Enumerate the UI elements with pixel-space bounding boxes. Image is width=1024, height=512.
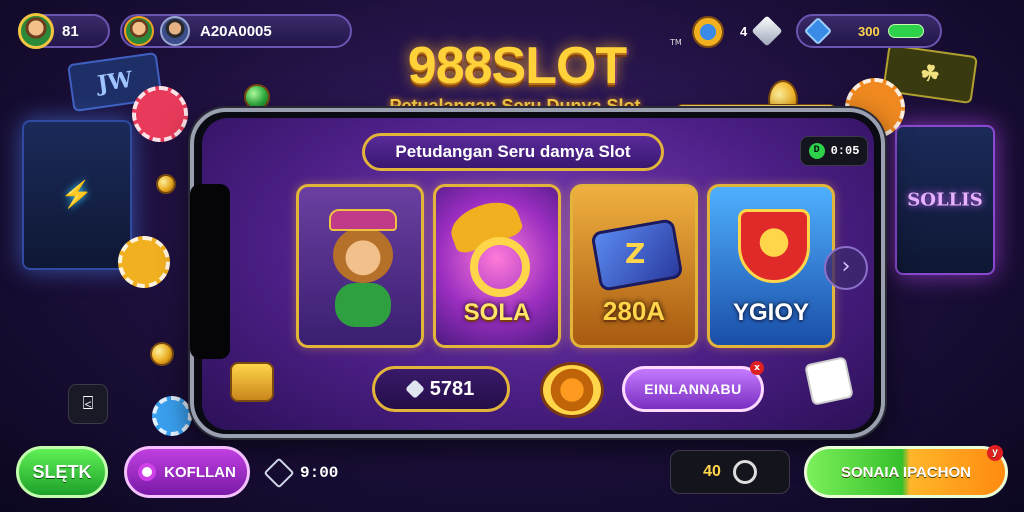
player-level: 81 — [62, 22, 79, 40]
friend-avatar[interactable] — [124, 16, 154, 46]
cat-body-icon — [335, 283, 391, 327]
left-action-button[interactable]: SLĘTK — [16, 446, 108, 498]
game-card-label: SOLA — [463, 299, 531, 326]
cabinet-glyph: SOLLIS — [907, 189, 983, 211]
purple-action-label: KOFLLAN — [164, 463, 236, 481]
cat-head-icon — [333, 227, 393, 283]
footer-counter[interactable]: 40 — [670, 450, 790, 494]
ring-icon — [732, 460, 757, 484]
gold-coin-icon — [150, 342, 174, 366]
diamond-outline-icon — [263, 457, 295, 489]
screen-banner-text: Petudangan Seru damya Slot — [395, 142, 631, 161]
background-slot-cabinet-left: ⚡ — [22, 120, 132, 270]
lightning-icon: Z — [625, 237, 646, 270]
footer-timer: 9:00 — [263, 457, 339, 489]
diamond-icon[interactable] — [751, 15, 783, 47]
notification-badge: x — [750, 361, 764, 375]
game-card-3[interactable]: Z 280A — [570, 184, 698, 348]
screen-cta-button[interactable]: EINLANNABU — [622, 366, 764, 412]
timer-value: 9:00 — [300, 464, 339, 482]
top-right-count: 4 — [740, 24, 748, 39]
cabinet-glyph: ⚡ — [60, 180, 94, 210]
phone-notch — [190, 184, 230, 359]
trademark-mark: TM — [670, 38, 682, 47]
online-status-text: 0:05 — [830, 144, 860, 158]
game-card-4[interactable]: YGIOY — [707, 184, 835, 348]
balance-bar — [887, 24, 924, 38]
shield-icon[interactable] — [692, 16, 724, 48]
player-avatar[interactable] — [18, 13, 54, 49]
player-level-pill[interactable]: 81 — [18, 13, 110, 49]
back-icon[interactable]: ⍃ — [68, 384, 108, 424]
gem-value: 5781 — [429, 377, 475, 400]
game-art-cat-character — [299, 187, 421, 345]
gold-coin-icon — [156, 174, 176, 194]
counter-value: 40 — [703, 463, 721, 480]
player-profile-pill[interactable]: A20A0005 — [120, 14, 352, 48]
game-card-2[interactable]: SOLA — [433, 184, 561, 348]
casino-chip-icon — [152, 396, 192, 436]
blue-gem-icon — [803, 16, 833, 46]
casino-chip-icon — [118, 236, 170, 288]
purple-action-button[interactable]: KOFLLAN — [124, 446, 250, 498]
radio-icon — [138, 463, 157, 481]
diamond-icon — [404, 379, 425, 399]
profile-avatar[interactable] — [160, 16, 190, 46]
background-slot-cabinet-right: SOLLIS — [895, 125, 995, 275]
main-cta-label: SONAIA IPACHON — [840, 463, 971, 481]
dice-icon — [804, 356, 854, 406]
gold-coin-icon — [244, 84, 270, 110]
gold-ring-icon — [470, 237, 530, 297]
game-card-label: YGIOY — [732, 299, 810, 326]
red-shield-icon — [738, 209, 810, 283]
casino-chip-icon — [132, 86, 188, 142]
gold-emblem-icon[interactable] — [540, 362, 604, 418]
online-icon: D — [808, 143, 825, 159]
gem-value-pill[interactable]: 5781 — [372, 366, 510, 412]
notification-badge: y — [987, 445, 1003, 461]
treasure-chest-icon — [230, 362, 274, 402]
balance-value: 300 — [858, 23, 880, 39]
screen-banner: Petudangan Seru damya Slot — [362, 133, 664, 171]
chevron-right-icon[interactable]: › — [824, 246, 868, 290]
online-status-badge: D 0:05 — [800, 136, 868, 166]
player-id: A20A0005 — [200, 22, 272, 40]
left-action-label: SLĘTK — [32, 461, 92, 482]
game-card-1[interactable] — [296, 184, 424, 348]
balance-pill[interactable]: 300 — [796, 14, 942, 48]
main-cta-button[interactable]: SONAIA IPACHON y — [804, 445, 1008, 498]
cat-hat-icon — [329, 209, 397, 231]
screen-cta-label: EINLANNABU — [644, 381, 742, 397]
game-card-label: 280A — [602, 296, 666, 326]
game-logo-title: 988SLOT — [407, 37, 627, 95]
